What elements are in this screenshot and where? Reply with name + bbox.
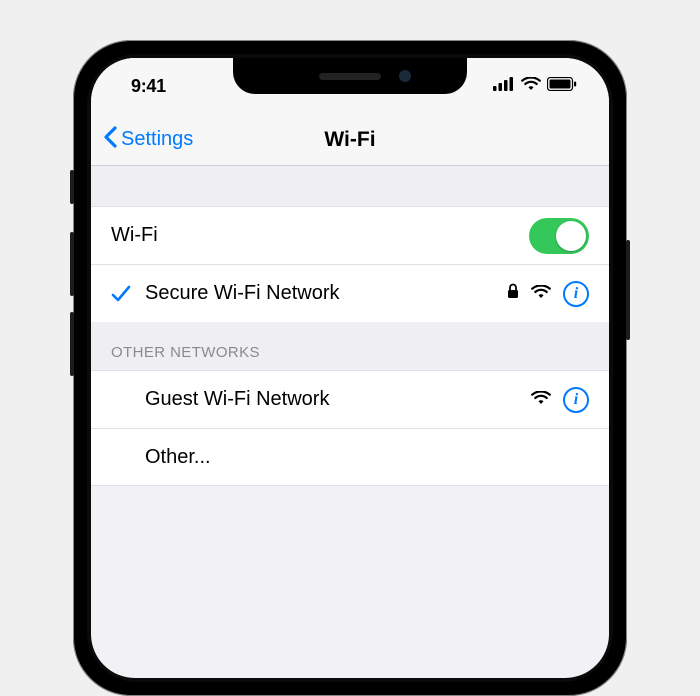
phone-frame: 9:41 [73,40,627,696]
cellular-icon [493,77,515,96]
volume-down-button [70,312,74,376]
wifi-icon [521,77,541,96]
mute-switch [70,170,74,204]
other-label: Other... [145,446,589,469]
volume-up-button [70,232,74,296]
wifi-toggle-label: Wi-Fi [111,224,529,247]
other-network-row[interactable]: Other... [91,428,609,486]
back-button[interactable]: Settings [91,126,193,154]
battery-icon [547,77,577,96]
wifi-toggle[interactable] [529,218,589,254]
info-button[interactable]: i [563,281,589,307]
status-indicators [493,77,577,96]
front-camera [399,70,411,82]
connected-network-name: Secure Wi-Fi Network [145,282,507,305]
network-name: Guest Wi-Fi Network [145,388,531,411]
content: Wi-Fi Secure Wi-Fi Network [91,166,609,486]
status-time: 9:41 [131,76,166,97]
network-row[interactable]: Guest Wi-Fi Network i [91,370,609,428]
chevron-left-icon [103,126,117,154]
speaker [319,73,381,80]
wifi-toggle-row[interactable]: Wi-Fi [91,206,609,264]
nav-bar: Settings Wi-Fi [91,114,609,166]
other-networks-header: OTHER NETWORKS [111,344,589,361]
lock-icon [507,282,519,305]
wifi-strength-icon [531,282,551,305]
notch [233,58,467,94]
screen: 9:41 [91,58,609,678]
back-label: Settings [121,128,193,151]
info-button[interactable]: i [563,387,589,413]
connected-network-row[interactable]: Secure Wi-Fi Network [91,264,609,322]
power-button [626,240,630,340]
check-icon [111,285,145,303]
wifi-strength-icon [531,388,551,411]
